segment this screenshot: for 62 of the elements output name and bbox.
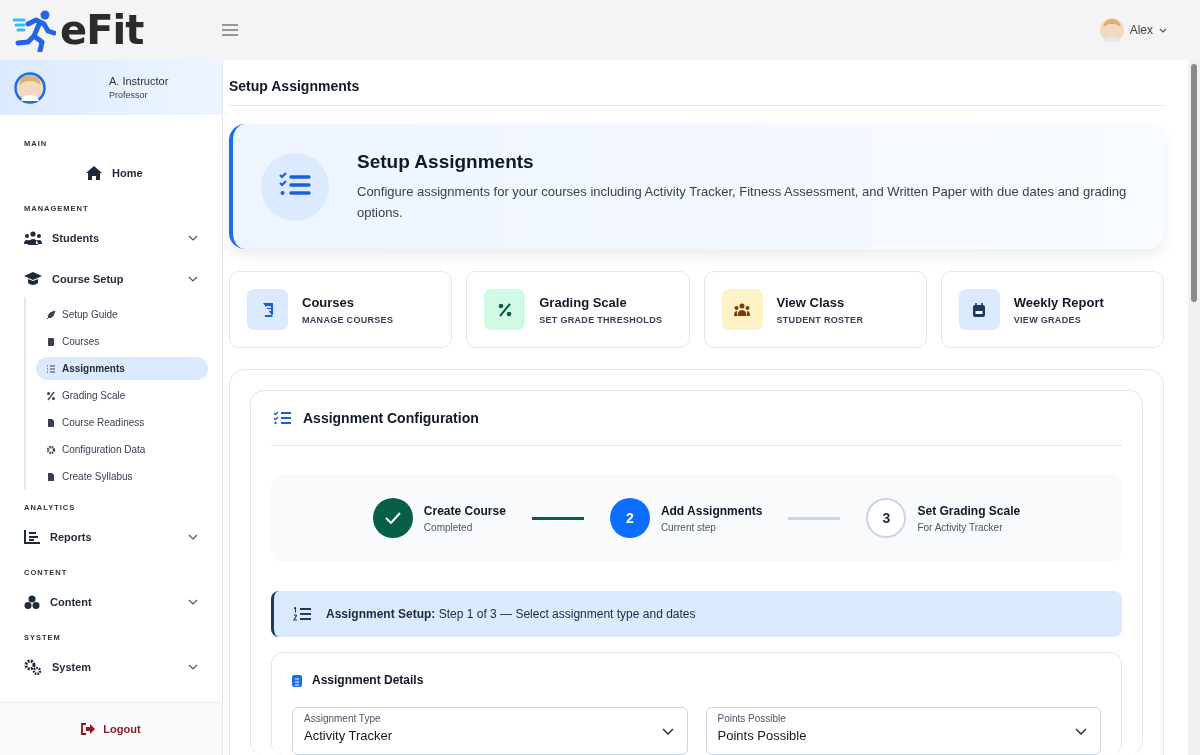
nav-item[interactable]: Students — [24, 220, 208, 256]
chevron-down-icon[interactable] — [1075, 728, 1087, 735]
document-icon — [46, 471, 56, 482]
shortcut-card[interactable]: Weekly Report VIEW GRADES — [940, 271, 1164, 348]
chevron-down-icon[interactable] — [188, 664, 198, 670]
step-status: For Activity Tracker — [917, 521, 1004, 533]
submenu-item[interactable]: Create Syllabus — [36, 465, 208, 488]
chart-icon — [24, 530, 40, 544]
step-title: Create Course — [423, 503, 506, 518]
avatar-icon — [14, 71, 46, 104]
logout-button[interactable]: Logout — [81, 723, 141, 735]
checklist-icon — [273, 410, 291, 426]
shortcut-card[interactable]: View Class STUDENT ROSTER — [703, 271, 927, 348]
chevron-down-icon[interactable] — [188, 235, 198, 241]
home-icon — [86, 166, 102, 180]
select-field[interactable]: Assignment Type Activity Tracker — [292, 707, 688, 755]
section-title: Assignment Configuration — [303, 410, 479, 426]
step-title: Add Assignments — [660, 503, 763, 518]
nav-item[interactable]: Reports — [24, 519, 208, 555]
shortcut-card[interactable]: Courses MANAGE COURSES — [229, 271, 453, 348]
nav-item[interactable]: Course Setup — [24, 261, 208, 297]
hero-description: Configure assignments for your courses including Activity Tracker, Fitness Assessment, and Written Paper with due dates and grading options. — [357, 182, 1128, 222]
nav-item[interactable]: Content — [24, 584, 208, 620]
submenu-item[interactable]: Course Readiness — [36, 411, 208, 434]
page-title: Setup Assignments — [229, 78, 1164, 106]
submenu-item[interactable]: Setup Guide — [36, 303, 208, 326]
caret-icon[interactable] — [1159, 27, 1167, 33]
user-menu[interactable]: Alex — [1129, 23, 1153, 37]
submenu-item[interactable]: Configuration Data — [36, 438, 208, 461]
users-icon — [24, 231, 42, 245]
runner-icon — [12, 8, 56, 52]
chevron-down-icon[interactable] — [188, 534, 198, 540]
step-status: Current step — [660, 521, 717, 533]
list-icon — [46, 363, 56, 374]
details-title: Assignment Details — [312, 673, 424, 687]
shortcut-card[interactable]: Grading Scale SET GRADE THRESHOLDS — [466, 271, 690, 348]
banner-text: Assignment Setup: Step 1 of 3 — Select assignment type and dates — [326, 607, 696, 621]
percent-icon — [46, 390, 56, 401]
nav-item[interactable]: Home — [24, 155, 208, 191]
chevron-down-icon[interactable] — [188, 599, 198, 605]
submenu-item[interactable]: Assignments — [36, 357, 208, 380]
step-title: Set Grading Scale — [917, 503, 1021, 518]
submenu-item[interactable]: Grading Scale — [36, 384, 208, 407]
logo-text: eFit — [60, 7, 144, 53]
scrollbar[interactable] — [1188, 60, 1200, 755]
hero-title: Setup Assignments — [357, 150, 535, 173]
graduation-cap-icon — [24, 272, 42, 286]
chevron-down-icon[interactable] — [188, 276, 198, 282]
numbered-list-icon — [293, 607, 311, 621]
chevron-down-icon[interactable] — [661, 728, 674, 735]
cubes-icon — [24, 594, 40, 610]
select-field[interactable]: Points Possible Points Possible — [705, 707, 1101, 755]
menu-icon[interactable] — [222, 24, 238, 36]
submenu-item[interactable]: Courses — [36, 330, 208, 353]
profile-name: A. Instructor — [109, 75, 169, 87]
logout-icon — [81, 723, 96, 735]
checklist-icon — [261, 152, 329, 221]
profile-role: Professor — [109, 90, 149, 100]
step-number: 2 — [609, 498, 650, 538]
step-status: Completed — [423, 521, 474, 533]
step-number: 3 — [866, 498, 907, 538]
nav-item[interactable]: System — [24, 649, 208, 685]
